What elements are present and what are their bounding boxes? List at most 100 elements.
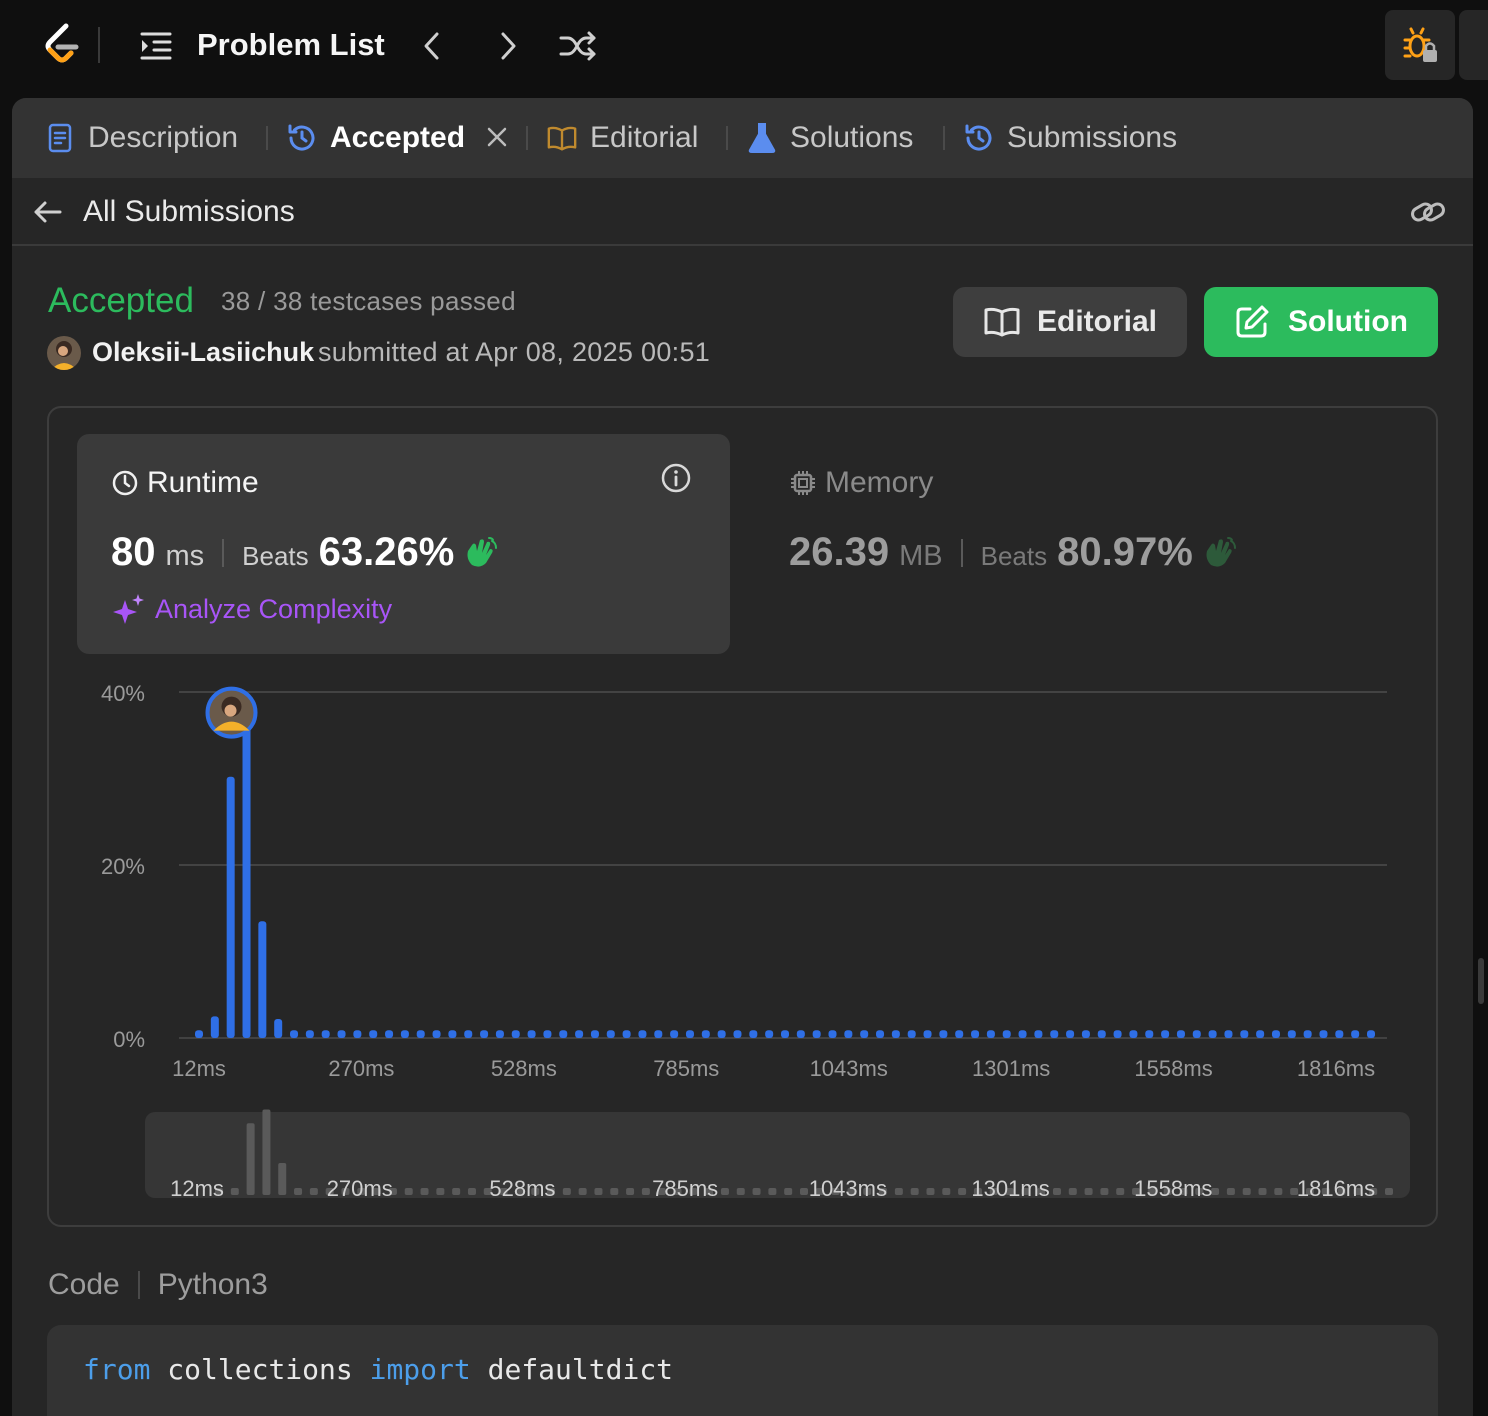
avatar[interactable] <box>47 336 81 370</box>
overview-tick-label: 785ms <box>652 1176 718 1201</box>
overview-bar <box>309 1188 318 1195</box>
overview-bar <box>1116 1188 1125 1195</box>
memory-beats: 80.97% <box>1057 530 1193 574</box>
topbar-action[interactable] <box>1459 10 1488 80</box>
testcases-passed: 38 / 38 testcases passed <box>221 286 516 316</box>
overview-bar <box>467 1188 476 1195</box>
overview-bar <box>1385 1188 1393 1195</box>
tab-accepted[interactable]: Accepted <box>286 118 465 158</box>
all-submissions-link[interactable]: All Submissions <box>83 195 295 229</box>
debugger-button[interactable] <box>1385 10 1455 80</box>
chart-bar <box>1319 1030 1328 1038</box>
overview-bar <box>246 1123 255 1195</box>
chart-bar <box>1018 1030 1027 1038</box>
tab-divider <box>526 126 528 150</box>
analyze-complexity-button[interactable]: Analyze Complexity <box>111 592 392 626</box>
overview-bar <box>1242 1188 1251 1195</box>
tab-editorial[interactable]: Editorial <box>546 118 698 158</box>
tab-label: Accepted <box>330 121 466 154</box>
close-tab-button[interactable] <box>483 120 511 154</box>
x-tick-label: 1301ms <box>972 1056 1050 1081</box>
performance-stats: Runtime 80 ms Beats 63.26% Analyze Compl… <box>47 406 1438 1227</box>
beats-label: Beats <box>980 541 1048 571</box>
chart-bar <box>1066 1030 1075 1038</box>
random-problem-button[interactable] <box>556 22 600 70</box>
chart-bar <box>511 1030 520 1038</box>
history-icon <box>963 122 995 154</box>
scrollbar-handle[interactable] <box>1478 958 1484 1004</box>
overview-bar <box>720 1188 729 1195</box>
chart-bar <box>1161 1030 1170 1038</box>
chart-bar <box>1351 1030 1360 1038</box>
chart-bar <box>1287 1030 1296 1038</box>
overview-bar <box>1100 1188 1109 1195</box>
solution-button[interactable]: Solution <box>1204 287 1438 357</box>
memory-title: Memory <box>789 466 933 500</box>
info-icon[interactable] <box>660 462 692 494</box>
prev-problem-button[interactable] <box>410 22 454 70</box>
y-tick-label: 20% <box>101 854 145 879</box>
divider <box>137 1271 140 1299</box>
overview-bar <box>562 1188 571 1195</box>
chart-bar <box>1367 1030 1375 1038</box>
chart-bar <box>638 1030 647 1038</box>
link-icon[interactable] <box>1409 195 1447 229</box>
tab-solutions[interactable]: Solutions <box>746 118 913 158</box>
chart-bar <box>812 1030 821 1038</box>
chart-bar <box>1081 1030 1090 1038</box>
overview-bar <box>578 1188 587 1195</box>
overview-tick-label: 1816ms <box>1297 1176 1375 1201</box>
problem-list-title[interactable]: Problem List <box>197 27 385 63</box>
overview-bar <box>230 1188 239 1195</box>
runtime-beats: 63.26% <box>318 530 455 574</box>
chart-bar <box>1192 1030 1201 1038</box>
code-block[interactable]: from collections import defaultdict <box>47 1325 1438 1416</box>
chart-bar <box>923 1030 932 1038</box>
problem-list-icon[interactable] <box>136 26 176 66</box>
chart-bar <box>400 1030 409 1038</box>
overview-bar <box>894 1188 903 1195</box>
overview-bar <box>910 1188 919 1195</box>
x-tick-label: 1558ms <box>1134 1056 1212 1081</box>
submission-header: All Submissions <box>12 178 1473 246</box>
tab-submissions[interactable]: Submissions <box>963 118 1177 158</box>
submitted-at: submitted at Apr 08, 2025 00:51 <box>318 337 711 367</box>
code-keyword: from <box>83 1353 151 1386</box>
overview-bar <box>420 1188 429 1195</box>
leetcode-logo-icon[interactable] <box>38 20 86 68</box>
runtime-distribution-chart[interactable]: 40% 20% 0% 12ms 270ms 528ms 785ms 1043ms 1301ms 1… <box>49 668 1438 1208</box>
history-icon <box>286 122 318 154</box>
x-tick-label: 785ms <box>653 1056 719 1081</box>
chart-bar <box>891 1030 900 1038</box>
code-language: Python3 <box>157 1268 268 1301</box>
chart-bar <box>226 776 235 1038</box>
sparkle-icon <box>113 594 144 624</box>
tab-divider <box>266 126 268 150</box>
document-icon <box>44 122 76 154</box>
chart-bar <box>939 1030 948 1038</box>
chart-bar <box>1240 1030 1249 1038</box>
memory-number: 26.39 <box>789 530 890 574</box>
chart-bar <box>717 1030 726 1038</box>
chart-bar <box>622 1030 631 1038</box>
next-problem-button[interactable] <box>486 22 530 70</box>
book-icon <box>546 122 578 154</box>
code-label: Code <box>48 1268 120 1301</box>
memory-card[interactable]: Memory 26.39 MB Beats 80.97% <box>789 466 1236 574</box>
shuffle-icon <box>559 31 596 61</box>
tab-description[interactable]: Description <box>44 118 238 158</box>
chart-bar <box>844 1030 853 1038</box>
x-tick-label: 528ms <box>491 1056 557 1081</box>
arrow-left-icon[interactable] <box>32 196 64 228</box>
chevron-left-icon <box>424 32 439 60</box>
x-tick-label: 1043ms <box>810 1056 888 1081</box>
code-token: collections <box>150 1353 370 1386</box>
username[interactable]: Oleksii-Lasiichuk <box>92 337 314 368</box>
tab-divider <box>943 126 945 150</box>
runtime-number: 80 <box>111 530 156 574</box>
chart-bar <box>701 1030 710 1038</box>
overview-bar <box>641 1188 650 1195</box>
editorial-button[interactable]: Editorial <box>953 287 1187 357</box>
chart-bar <box>1050 1030 1059 1038</box>
runtime-card[interactable]: Runtime 80 ms Beats 63.26% Analyze Compl… <box>77 434 730 654</box>
